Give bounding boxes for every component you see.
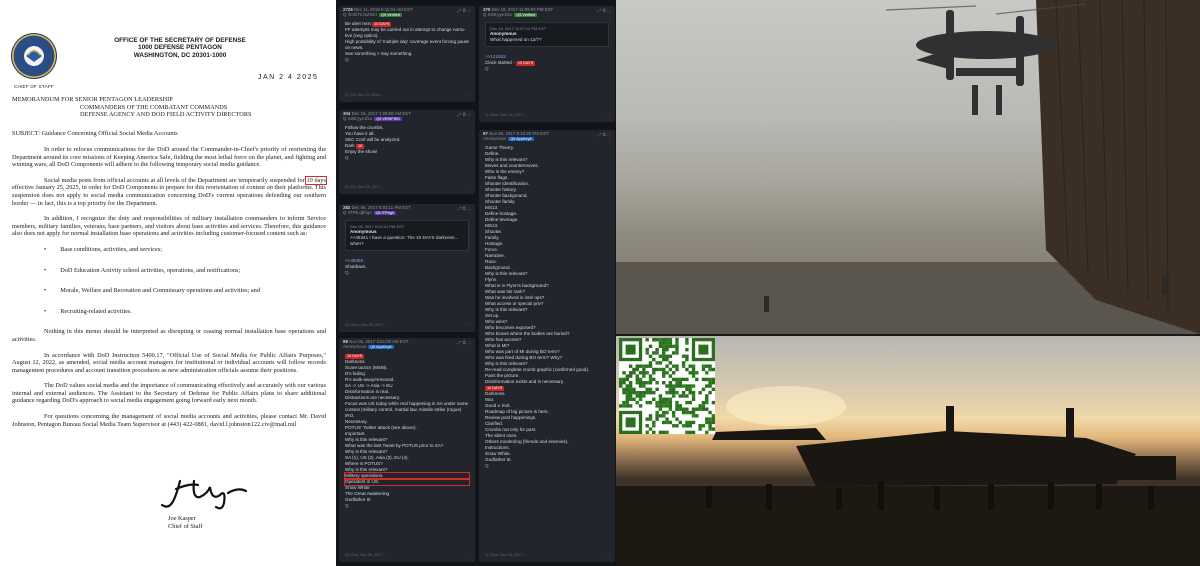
post-line: Q	[345, 155, 349, 160]
post-line: context (military control, martial law, …	[345, 407, 462, 412]
post-footer: Q | Sun, Nov 05, 2017 ... ⋯	[485, 553, 611, 557]
post-line: High possibility of 'multiple day' cover…	[345, 39, 469, 44]
post-footer: Q | Mon, Dec 18, 2017 ... ⋯	[485, 113, 611, 117]
trip-badge: Q5 ITPbgh	[373, 210, 396, 216]
post-author: Q !UW.yye1fxo	[483, 11, 513, 17]
memo-body: In order to refocus communications for t…	[12, 146, 327, 436]
post-line: Q	[485, 66, 489, 71]
posts-panel: 2726 Dec 11, 2018 5:11:04 AM EST Q !!mG7V…	[336, 0, 616, 566]
post-author: Q !ITPb.qbhqo	[343, 209, 372, 215]
posts-column-left: 2726 Dec 11, 2018 5:11:04 AM EST Q !!mG7V…	[339, 0, 475, 566]
paragraph-2: Social media posts from official account…	[12, 175, 327, 207]
memo-date: JAN 2 4 2025	[258, 74, 319, 81]
post-card: 370 Dec 18, 2017 11:09:04 PM EST Q !UW.yy…	[479, 6, 615, 122]
post-actions-icon[interactable]: ⤢ ◎ ⬡	[457, 112, 471, 118]
signatory: Joe Kasper Chief of Staff	[168, 515, 203, 530]
paragraph-4: Nothing in this memo should be interpret…	[12, 328, 326, 343]
footer-icons: ⋯	[607, 113, 611, 117]
dod-seal-icon	[11, 33, 57, 79]
list-item: Morale, Welfare and Recreation and Commi…	[44, 287, 326, 295]
post-body: 10 DAYS Darkness. Scare tactics (MSM). D's …	[339, 350, 475, 512]
post-card: 97 Nov 05, 2017 6:15:26 PM EST Anonymous Q…	[479, 130, 615, 562]
post-body: Follow the crumbs. You have it all. SEC Co…	[339, 122, 475, 164]
seal-caption: CHIEF OF STAFF	[14, 84, 54, 89]
paragraph-6: The DoD values social media and the impo…	[12, 382, 326, 405]
osprey-border-photo	[616, 0, 1200, 334]
post-header: 304 Dec 15, 2017 1:29:58 AM EST Q !UW.yye…	[339, 110, 475, 122]
qr-code-icon	[619, 338, 716, 435]
post-actions-icon[interactable]: ⤢ ◎ ⬡	[597, 8, 611, 14]
post-line: Q	[345, 503, 349, 508]
list-item: Base conditions, activities, and service…	[44, 246, 326, 254]
post-actions-icon[interactable]: ⤢ ◎ ⬡	[457, 206, 471, 212]
post-header: 88 Nov 05, 2017 3:51:00 AM EST Anonymous Q…	[339, 338, 475, 350]
photo-panel	[616, 0, 1200, 566]
memo-subject: SUBJECT: Guidance Concerning Official So…	[12, 130, 178, 137]
post-body: >>121553 Clock started - 10 DAYS Q	[479, 51, 615, 75]
post-card: 2726 Dec 11, 2018 5:11:04 AM EST Q !!mG7V…	[339, 6, 475, 102]
posts-column-right: 370 Dec 18, 2017 11:09:04 PM EST Q !UW.yy…	[479, 0, 615, 566]
footer-icons: ⋯	[467, 323, 471, 327]
post-footer: Q | Wed, Dec 06, 2017 ... ⋯	[345, 323, 471, 327]
post-body: Be alert next 10 DAYS FF attempts may be …	[339, 18, 475, 66]
post-line: Q	[485, 463, 489, 468]
paragraph-7: For questions concerning the management …	[12, 413, 326, 428]
addressees: MEMORANDUM FOR SENIOR PENTAGON LEADERSHI…	[12, 96, 252, 119]
trip-badge: Q5 Verified	[514, 12, 538, 18]
trip-badge: Q5 AppKey8	[508, 136, 534, 142]
post-author: Q !!mG7VJxZNCI	[343, 11, 378, 17]
footer-icons: ⋯	[607, 553, 611, 557]
trip-badge: Q5 VERIFIED	[374, 116, 402, 122]
post-footer: Q | Fri, Dec 15, 2017 ... ⋯	[345, 185, 471, 189]
post-header: 97 Nov 05, 2017 6:15:26 PM EST Anonymous Q…	[479, 130, 615, 142]
list-item: DoD Education Activity school activities…	[44, 267, 326, 275]
post-card: 304 Dec 15, 2017 1:29:58 AM EST Q !UW.yye…	[339, 110, 475, 194]
letterhead: OFFICE OF THE SECRETARY OF DEFENSE 1000 …	[114, 37, 246, 59]
trip-badge: Q5 Verified	[379, 12, 402, 18]
post-body: >>45365 Shutdown. Q	[339, 255, 475, 279]
paragraph-5: In accordance with DoD Instruction 5400.…	[12, 351, 326, 374]
post-header: 2726 Dec 11, 2018 5:11:04 AM EST Q !!mG7V…	[339, 6, 475, 18]
footer-icons: ⋯	[467, 93, 471, 97]
list-item: Recruiting-related activities.	[44, 308, 326, 316]
post-card: 282 Dec 06, 2017 9:03:11 PM EST Q !ITPb.q…	[339, 204, 475, 332]
post-body: Game Theory. Define. Why is this relevant?…	[479, 142, 615, 472]
post-header: 370 Dec 18, 2017 11:09:04 PM EST Q !UW.yy…	[479, 6, 615, 18]
signature-icon	[160, 479, 248, 510]
post-author: Anonymous	[483, 135, 507, 141]
post-line: Q	[345, 270, 349, 275]
post-footer: Q | Sun, Nov 05, 2017 ... ⋯	[345, 553, 471, 557]
post-card: 88 Nov 05, 2017 3:51:00 AM EST Anonymous Q…	[339, 338, 475, 562]
trip-badge: Q5 AppKey8	[368, 344, 394, 350]
footer-icons: ⋯	[467, 553, 471, 557]
paragraph-3: In addition, I recognize the duty and re…	[12, 215, 326, 238]
exception-list: Base conditions, activities, and service…	[44, 246, 326, 315]
post-header: 282 Dec 06, 2017 9:03:11 PM EST Q !ITPb.q…	[339, 204, 475, 216]
post-footer: Q | Fri, Dec 11, 2018 ... ⋯	[345, 93, 471, 97]
footer-icons: ⋯	[467, 185, 471, 189]
post-actions-icon[interactable]: ⤢ ◎ ⬡	[597, 132, 611, 138]
post-author: Anonymous	[343, 343, 367, 349]
highlighted-10-days: 10 days	[305, 175, 327, 185]
post-actions-icon[interactable]: ⤢ ◎ ⬡	[457, 340, 471, 346]
post-line: Q	[345, 57, 349, 62]
memo-document: CHIEF OF STAFF OFFICE OF THE SECRETARY O…	[0, 0, 336, 566]
post-actions-icon[interactable]: ⤢ ◎ ⬡	[457, 8, 471, 14]
quoted-post: Dec 06, 2017 9:02:41 PM EST Anonymous >>45…	[345, 220, 469, 251]
paragraph-1: In order to refocus communications for t…	[12, 146, 326, 169]
quoted-post: Dec 18, 2017 11:07:12 PM EST Anonymous Wha…	[485, 22, 609, 47]
post-author: Q !UW.yye1fxo	[343, 115, 373, 121]
